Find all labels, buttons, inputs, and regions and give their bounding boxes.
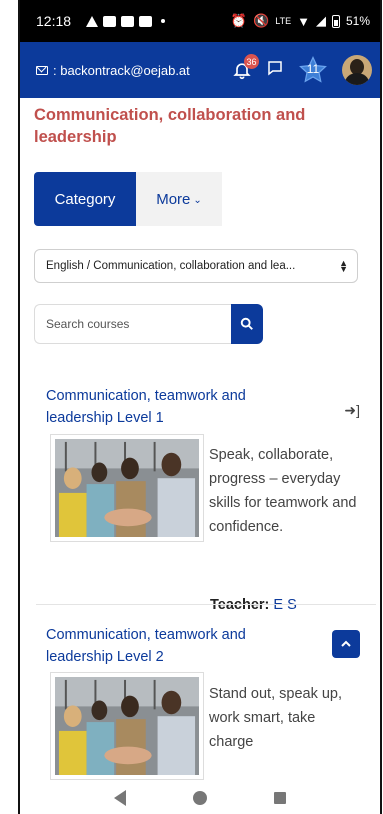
system-nav-bar	[20, 782, 380, 814]
tab-more[interactable]: More ⌄	[136, 172, 222, 226]
level-star-button[interactable]: 11	[298, 55, 328, 85]
battery-icon	[331, 14, 340, 28]
tab-more-label: More	[156, 190, 191, 208]
phone-frame: 12:18 ⏰ 🔇 LTE ▼ ◢ 51% : backontrack@oeja…	[18, 0, 382, 814]
tab-category-label: Category	[54, 190, 116, 208]
course-summary: Stand out, speak up, work smart, take ch…	[209, 686, 343, 750]
course-image[interactable]	[50, 434, 204, 542]
battery-percent: 51%	[345, 14, 370, 28]
category-select[interactable]: English / Communication, collaboration a…	[34, 249, 358, 283]
course-title-link[interactable]: Communication, teamwork and leadership L…	[46, 385, 296, 429]
mail-icon	[36, 65, 48, 75]
chevron-up-icon	[341, 640, 351, 647]
user-avatar[interactable]	[342, 55, 372, 85]
course-summary: Speak, collaborate, progress – everyday …	[209, 447, 357, 535]
status-right: ⏰ 🔇 LTE ▼ ◢ 51%	[231, 13, 370, 29]
category-select-value: English / Communication, collaboration a…	[46, 260, 296, 272]
volte-icon: LTE	[275, 16, 292, 26]
teacher-label: Teacher:	[210, 597, 270, 613]
app-header: : backontrack@oejab.at 36 11	[20, 42, 380, 98]
chevron-down-icon: ⌄	[193, 194, 202, 206]
status-bar: 12:18 ⏰ 🔇 LTE ▼ ◢ 51%	[20, 0, 380, 42]
search-icon	[240, 317, 253, 330]
notification-square-icon	[103, 15, 117, 27]
notification-square-icon	[139, 15, 153, 27]
course-divider	[36, 604, 376, 605]
chat-icon	[268, 60, 282, 76]
notification-badge: 36	[244, 54, 259, 69]
enrol-icon[interactable]: ➜]	[344, 402, 360, 419]
search-input[interactable]	[34, 304, 231, 344]
star-count: 11	[306, 62, 320, 76]
course-photo	[55, 677, 199, 775]
recent-apps-icon[interactable]	[274, 792, 287, 804]
teacher-name-link[interactable]: E S	[273, 597, 296, 613]
course-photo	[55, 439, 199, 537]
home-icon[interactable]	[192, 791, 207, 805]
course-image[interactable]	[50, 672, 204, 780]
mute-icon: 🔇	[253, 13, 270, 28]
back-to-top-button[interactable]	[332, 630, 360, 658]
status-time: 12:18	[36, 13, 72, 29]
notification-square-icon	[121, 15, 135, 27]
status-left: 12:18	[36, 13, 166, 29]
user-email[interactable]: : backontrack@oejab.at	[36, 63, 190, 78]
course-title-link[interactable]: Communication, teamwork and leadership L…	[46, 624, 296, 668]
notifications-button[interactable]: 36	[232, 54, 259, 80]
user-email-text: : backontrack@oejab.at	[53, 62, 190, 78]
dot-icon	[161, 19, 166, 23]
course-search	[34, 304, 263, 344]
secondary-nav: Category More ⌄	[34, 172, 222, 226]
wifi-icon: ▼	[297, 13, 310, 29]
alarm-icon: ⏰	[230, 13, 248, 28]
messages-button[interactable]	[266, 59, 284, 82]
signal-icon: ◢	[315, 13, 326, 28]
course-teacher: Teacher: E S	[210, 597, 297, 613]
back-icon[interactable]	[113, 790, 126, 806]
select-arrows-icon: ▲ ▼	[339, 258, 348, 274]
warning-icon	[86, 15, 99, 27]
search-button[interactable]	[231, 304, 263, 344]
header-icons: 36 11	[232, 54, 372, 85]
tab-category[interactable]: Category	[34, 172, 136, 226]
page-title: Communication, collaboration and leaders…	[34, 106, 306, 146]
